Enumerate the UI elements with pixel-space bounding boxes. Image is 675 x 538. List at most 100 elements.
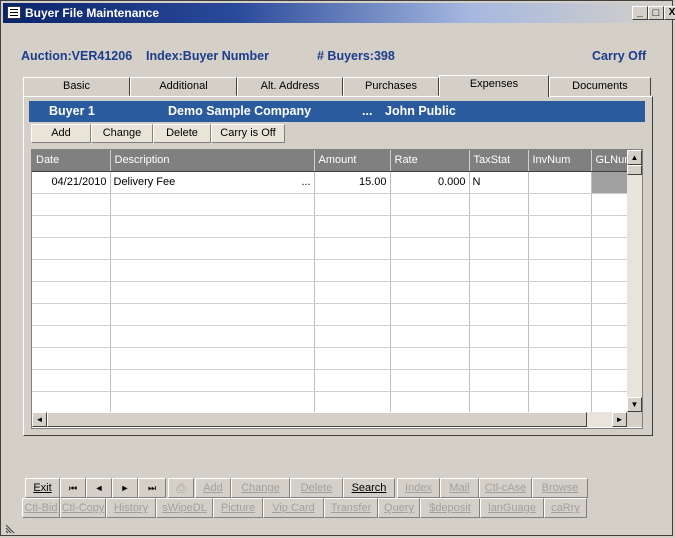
- scroll-left-icon[interactable]: ◄: [32, 412, 47, 427]
- grid-cell[interactable]: [390, 391, 470, 414]
- grid-cell[interactable]: [390, 325, 470, 348]
- cell-amount[interactable]: 15.00: [314, 171, 391, 194]
- last-record-icon[interactable]: ⏭: [138, 478, 166, 498]
- table-row[interactable]: [32, 369, 635, 392]
- cell-taxstat[interactable]: N: [469, 171, 529, 194]
- grid-cell[interactable]: [32, 325, 111, 348]
- grid-cell[interactable]: [32, 237, 111, 260]
- browse-button[interactable]: Browse: [532, 478, 588, 498]
- tab-basic[interactable]: Basic: [23, 77, 130, 96]
- grid-cell[interactable]: [528, 259, 592, 282]
- grid-cell[interactable]: [469, 281, 529, 304]
- grid-cell[interactable]: [528, 369, 592, 392]
- scroll-right-icon[interactable]: ►: [612, 412, 627, 427]
- expenses-grid[interactable]: Date Description Amount Rate TaxStat Inv…: [31, 149, 643, 429]
- search-button[interactable]: Search: [343, 478, 395, 498]
- cell-rate[interactable]: 0.000: [390, 171, 470, 194]
- grid-cell[interactable]: [390, 369, 470, 392]
- column-header-description[interactable]: Description: [110, 150, 315, 172]
- grid-cell[interactable]: [390, 347, 470, 370]
- column-header-rate[interactable]: Rate: [390, 150, 470, 172]
- transfer-button[interactable]: Transfer: [324, 498, 378, 518]
- grid-cell[interactable]: [528, 391, 592, 414]
- grid-cell[interactable]: [32, 259, 111, 282]
- grid-cell[interactable]: [469, 303, 529, 326]
- description-more-button[interactable]: ...: [301, 176, 310, 188]
- grid-cell[interactable]: [469, 391, 529, 414]
- grid-cell[interactable]: [110, 347, 315, 370]
- grid-cell[interactable]: [110, 391, 315, 414]
- vip-card-button[interactable]: Vip Card: [263, 498, 324, 518]
- grid-cell[interactable]: [314, 391, 391, 414]
- grid-cell[interactable]: [390, 237, 470, 260]
- index-button[interactable]: Index: [397, 478, 440, 498]
- minimize-button[interactable]: _: [632, 6, 648, 20]
- mail-button[interactable]: Mail: [440, 478, 479, 498]
- grid-horizontal-scrollbar[interactable]: ◄ ►: [32, 412, 627, 427]
- grid-cell[interactable]: [314, 215, 391, 238]
- next-record-icon[interactable]: ►: [112, 478, 138, 498]
- grid-cell[interactable]: [528, 303, 592, 326]
- grid-cell[interactable]: [32, 369, 111, 392]
- grid-cell[interactable]: [469, 193, 529, 216]
- add-expense-button[interactable]: Add: [31, 124, 91, 143]
- change-expense-button[interactable]: Change: [91, 124, 153, 143]
- delete-record-button[interactable]: Delete: [290, 478, 343, 498]
- grid-cell[interactable]: [469, 215, 529, 238]
- previous-record-icon[interactable]: ◄: [86, 478, 112, 498]
- table-row[interactable]: [32, 259, 635, 282]
- query-button[interactable]: Query: [378, 498, 420, 518]
- grid-cell[interactable]: [314, 325, 391, 348]
- grid-cell[interactable]: [314, 237, 391, 260]
- tab-purchases[interactable]: Purchases: [343, 77, 439, 96]
- grid-cell[interactable]: [32, 303, 111, 326]
- resize-grip-icon[interactable]: [4, 521, 18, 535]
- table-row[interactable]: [32, 215, 635, 238]
- grid-cell[interactable]: [390, 259, 470, 282]
- grid-cell[interactable]: [469, 369, 529, 392]
- column-header-taxstat[interactable]: TaxStat: [469, 150, 529, 172]
- grid-cell[interactable]: [110, 303, 315, 326]
- tab-additional[interactable]: Additional: [130, 77, 237, 96]
- grid-cell[interactable]: [528, 325, 592, 348]
- swipe-dl-button[interactable]: sWipeDL: [156, 498, 213, 518]
- carry-toggle-button[interactable]: Carry is Off: [211, 124, 285, 143]
- grid-cell[interactable]: [528, 193, 592, 216]
- grid-cell[interactable]: [390, 303, 470, 326]
- table-row[interactable]: [32, 347, 635, 370]
- maximize-button[interactable]: □: [648, 6, 664, 20]
- print-icon[interactable]: ⎙: [168, 478, 194, 498]
- ctl-copy-button[interactable]: Ctl-Copy: [60, 498, 106, 518]
- table-row[interactable]: [32, 281, 635, 304]
- grid-cell[interactable]: [314, 259, 391, 282]
- grid-cell[interactable]: [469, 347, 529, 370]
- grid-cell[interactable]: [390, 215, 470, 238]
- grid-cell[interactable]: [314, 303, 391, 326]
- tab-documents[interactable]: Documents: [549, 77, 651, 96]
- grid-cell[interactable]: [469, 325, 529, 348]
- language-button[interactable]: lanGuage: [480, 498, 544, 518]
- grid-cell[interactable]: [314, 193, 391, 216]
- grid-cell[interactable]: [390, 193, 470, 216]
- grid-cell[interactable]: [32, 215, 111, 238]
- close-button[interactable]: X: [664, 6, 675, 20]
- exit-button[interactable]: Exit: [25, 478, 60, 498]
- grid-cell[interactable]: [110, 325, 315, 348]
- tab-alt-address[interactable]: Alt. Address: [237, 77, 343, 96]
- grid-cell[interactable]: [32, 347, 111, 370]
- scroll-down-icon[interactable]: ▼: [627, 397, 642, 412]
- table-row[interactable]: [32, 303, 635, 326]
- vertical-scroll-thumb[interactable]: [627, 165, 642, 175]
- grid-cell[interactable]: [110, 193, 315, 216]
- change-record-button[interactable]: Change: [231, 478, 290, 498]
- grid-cell[interactable]: [110, 215, 315, 238]
- column-header-amount[interactable]: Amount: [314, 150, 391, 172]
- grid-cell[interactable]: [110, 259, 315, 282]
- cell-description[interactable]: Delivery Fee...: [110, 171, 315, 194]
- first-record-icon[interactable]: ⏮: [60, 478, 86, 498]
- table-row[interactable]: [32, 193, 635, 216]
- scroll-up-icon[interactable]: ▲: [627, 150, 642, 165]
- column-header-date[interactable]: Date: [32, 150, 111, 172]
- column-header-invnum[interactable]: InvNum: [528, 150, 592, 172]
- grid-cell[interactable]: [32, 391, 111, 414]
